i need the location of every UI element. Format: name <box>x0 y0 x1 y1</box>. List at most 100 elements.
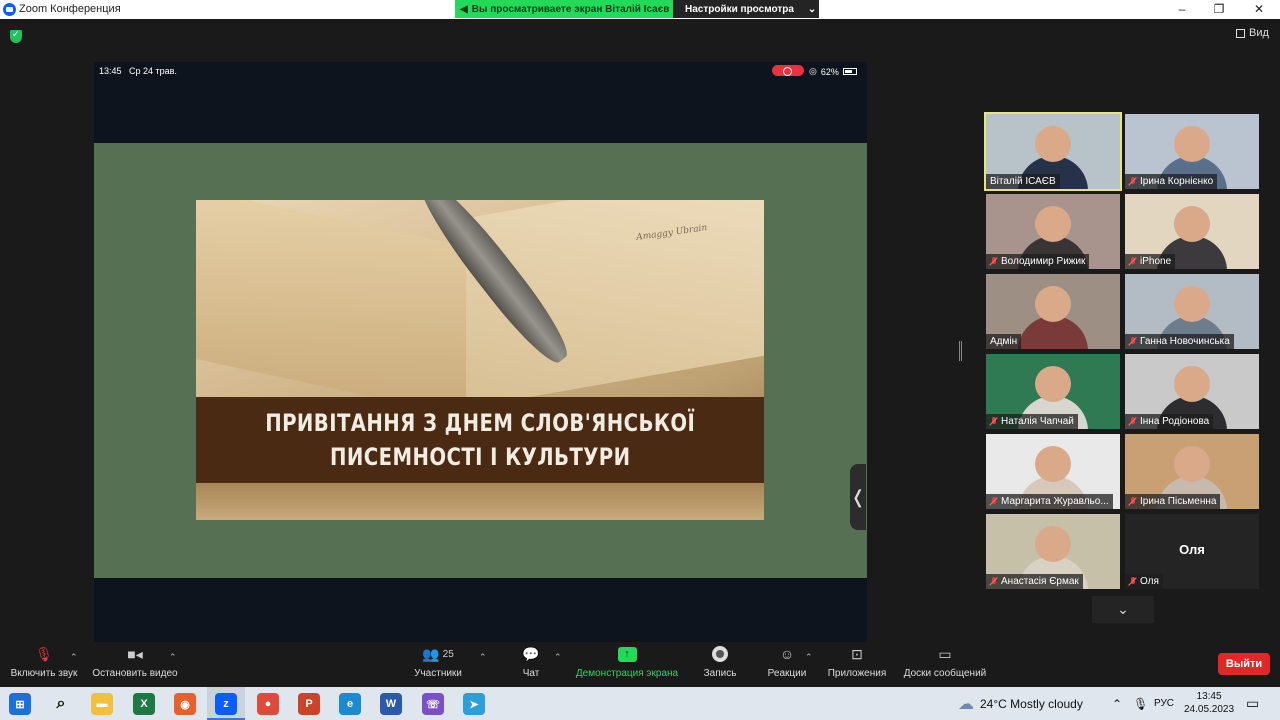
slide-image: Amaggy Ubrain ПРИВІТАННЯ З ДНЕМ СЛОВ'ЯНС… <box>196 200 764 520</box>
participant-tile[interactable]: Адмін <box>986 274 1120 349</box>
view-label: Вид <box>1249 27 1269 39</box>
chrome-icon[interactable]: ● <box>257 693 279 715</box>
chat-button[interactable]: 💬 Чат <box>515 646 547 680</box>
close-button[interactable]: ✕ <box>1249 2 1269 16</box>
participant-tile[interactable]: Ганна Новочинська <box>1125 274 1259 349</box>
screen-recording-icon <box>772 65 804 76</box>
speaker-icon: ◀ <box>460 3 468 15</box>
participant-name-label: Маргарита Журавльо... <box>986 494 1113 509</box>
participant-face <box>1035 286 1071 322</box>
participant-tile[interactable]: Ірина Пісьменна <box>1125 434 1259 509</box>
slide-background: Amaggy Ubrain ПРИВІТАННЯ З ДНЕМ СЛОВ'ЯНС… <box>94 143 867 578</box>
viber-icon[interactable]: ☏ <box>422 693 444 715</box>
participant-tile[interactable]: Маргарита Журавльо... <box>986 434 1120 509</box>
zoom-icon[interactable]: z <box>215 693 237 715</box>
security-shield-icon[interactable] <box>10 29 22 43</box>
windows-start-icon[interactable]: ⊞ <box>9 693 31 715</box>
participant-face <box>1174 366 1210 402</box>
search-icon[interactable]: ⌕ <box>50 693 72 715</box>
participant-tile[interactable]: Інна Родіонова <box>1125 354 1259 429</box>
windows-taskbar: ⊞ ⌕ ▬ X ◉ z ● Pe W ☏ ➤ ☁ 24°C Mostly cloudy ⌃ 🎙 РУ… <box>0 687 1280 720</box>
share-screen-icon: ↑ <box>617 646 637 662</box>
share-screen-button[interactable]: ↑ Демонстрация экрана <box>572 646 682 679</box>
participant-tile[interactable]: Наталія Чапчай <box>986 354 1120 429</box>
microphone-tray-icon[interactable]: 🎙 <box>1133 687 1148 720</box>
participant-tile[interactable]: Анастасія Єрмак <box>986 514 1120 589</box>
participant-name: iPhone <box>1140 256 1172 267</box>
status-time: 13:45 <box>99 66 122 76</box>
muted-mic-icon <box>990 417 998 426</box>
participants-icon: 👥 25 <box>422 645 454 662</box>
muted-mic-icon <box>990 577 998 586</box>
view-options-label: Настройки просмотра <box>685 3 794 15</box>
participant-tile[interactable]: Володимир Рижик <box>986 194 1120 269</box>
excel-icon[interactable]: X <box>133 693 155 715</box>
telegram-icon[interactable]: ➤ <box>463 693 485 715</box>
file-explorer-icon[interactable]: ▬ <box>91 693 113 715</box>
collapse-panel-handle[interactable]: ❬ <box>850 464 866 530</box>
weather-text: 24°C Mostly cloudy <box>980 696 1083 711</box>
show-hidden-icons[interactable]: ⌃ <box>1112 687 1122 720</box>
language-indicator[interactable]: РУС <box>1154 687 1174 720</box>
muted-mic-icon <box>1129 577 1137 586</box>
stop-video-button[interactable]: ■◂ Остановить видео <box>90 645 180 680</box>
reactions-caret[interactable]: ⌃ <box>805 652 813 663</box>
clock-date: 24.05.2023 <box>1184 704 1235 715</box>
participant-face <box>1174 206 1210 242</box>
eye-icon: ◎ <box>809 66 817 76</box>
participant-tile[interactable]: Оля Оля <box>1125 514 1259 589</box>
maximize-button[interactable]: ❐ <box>1209 2 1229 16</box>
participant-name: Інна Родіонова <box>1140 416 1210 427</box>
viewing-indicator: ◀ Вы просматриваете экран Віталій Ісаєв <box>455 0 673 18</box>
participant-name-label: Адмін <box>986 334 1022 349</box>
participant-face <box>1174 446 1210 482</box>
participant-name: Маргарита Журавльо... <box>1001 496 1109 507</box>
stop-video-label: Остановить видео <box>92 668 178 679</box>
participant-name-label: iPhone <box>1125 254 1176 269</box>
video-camera-icon: ■◂ <box>127 645 143 662</box>
muted-mic-icon <box>1129 417 1137 426</box>
reactions-button[interactable]: ☺ Реакции <box>765 646 809 679</box>
participant-face <box>1174 286 1210 322</box>
participant-name: Адмін <box>990 336 1018 347</box>
notifications-icon[interactable]: ▭ <box>1246 687 1259 720</box>
participant-tile[interactable]: iPhone <box>1125 194 1259 269</box>
status-indicators: ◎ 62% <box>809 66 857 77</box>
participant-name: Анастасія Єрмак <box>1001 576 1079 587</box>
whiteboards-label: Доски сообщений <box>903 668 987 679</box>
minimize-button[interactable]: – <box>1172 2 1192 16</box>
taskbar-clock[interactable]: 13:45 24.05.2023 <box>1184 690 1234 716</box>
whiteboards-button[interactable]: ▭ Доски сообщений <box>900 646 990 680</box>
participant-face <box>1035 446 1071 482</box>
more-participants-button[interactable]: ⌄ <box>1092 596 1154 623</box>
firefox-icon[interactable]: ◉ <box>174 693 196 715</box>
participant-tile[interactable]: Віталій ІСАЄВ <box>984 112 1122 191</box>
record-button[interactable]: Запись <box>700 646 740 679</box>
apps-button[interactable]: ⊡ Приложения <box>825 645 889 680</box>
weather-widget[interactable]: ☁ 24°C Mostly cloudy <box>958 687 1083 720</box>
participant-face <box>1035 126 1071 162</box>
participant-tile[interactable]: Ірина Корнієнко <box>1125 114 1259 189</box>
edge-icon[interactable]: e <box>339 693 361 715</box>
panel-splitter[interactable] <box>959 341 962 361</box>
view-options-button[interactable]: Настройки просмотра ⌄ <box>673 0 819 18</box>
audio-options-caret[interactable]: ⌃ <box>70 652 78 663</box>
participant-name: Ірина Корнієнко <box>1140 176 1214 187</box>
participant-name-label: Наталія Чапчай <box>986 414 1078 429</box>
participants-caret[interactable]: ⌃ <box>479 652 487 663</box>
viewing-text: Вы просматриваете экран Віталій Ісаєв <box>471 3 670 15</box>
chat-caret[interactable]: ⌃ <box>554 652 562 663</box>
chat-label: Чат <box>522 668 540 679</box>
participant-name-label: Ганна Новочинська <box>1125 334 1234 349</box>
participants-button[interactable]: 👥 25 Участники <box>410 645 466 680</box>
muted-mic-icon: 🎙 <box>35 645 53 662</box>
word-icon[interactable]: W <box>380 693 402 715</box>
participant-name-label: Оля <box>1125 574 1163 589</box>
leave-meeting-button[interactable]: Выйти <box>1218 653 1270 675</box>
view-button[interactable]: Вид <box>1236 27 1269 39</box>
muted-mic-icon <box>1129 337 1137 346</box>
video-options-caret[interactable]: ⌃ <box>169 652 177 663</box>
battery-percent: 62% <box>820 66 839 77</box>
apps-icon: ⊡ <box>851 645 863 662</box>
powerpoint-icon[interactable]: P <box>298 693 320 715</box>
